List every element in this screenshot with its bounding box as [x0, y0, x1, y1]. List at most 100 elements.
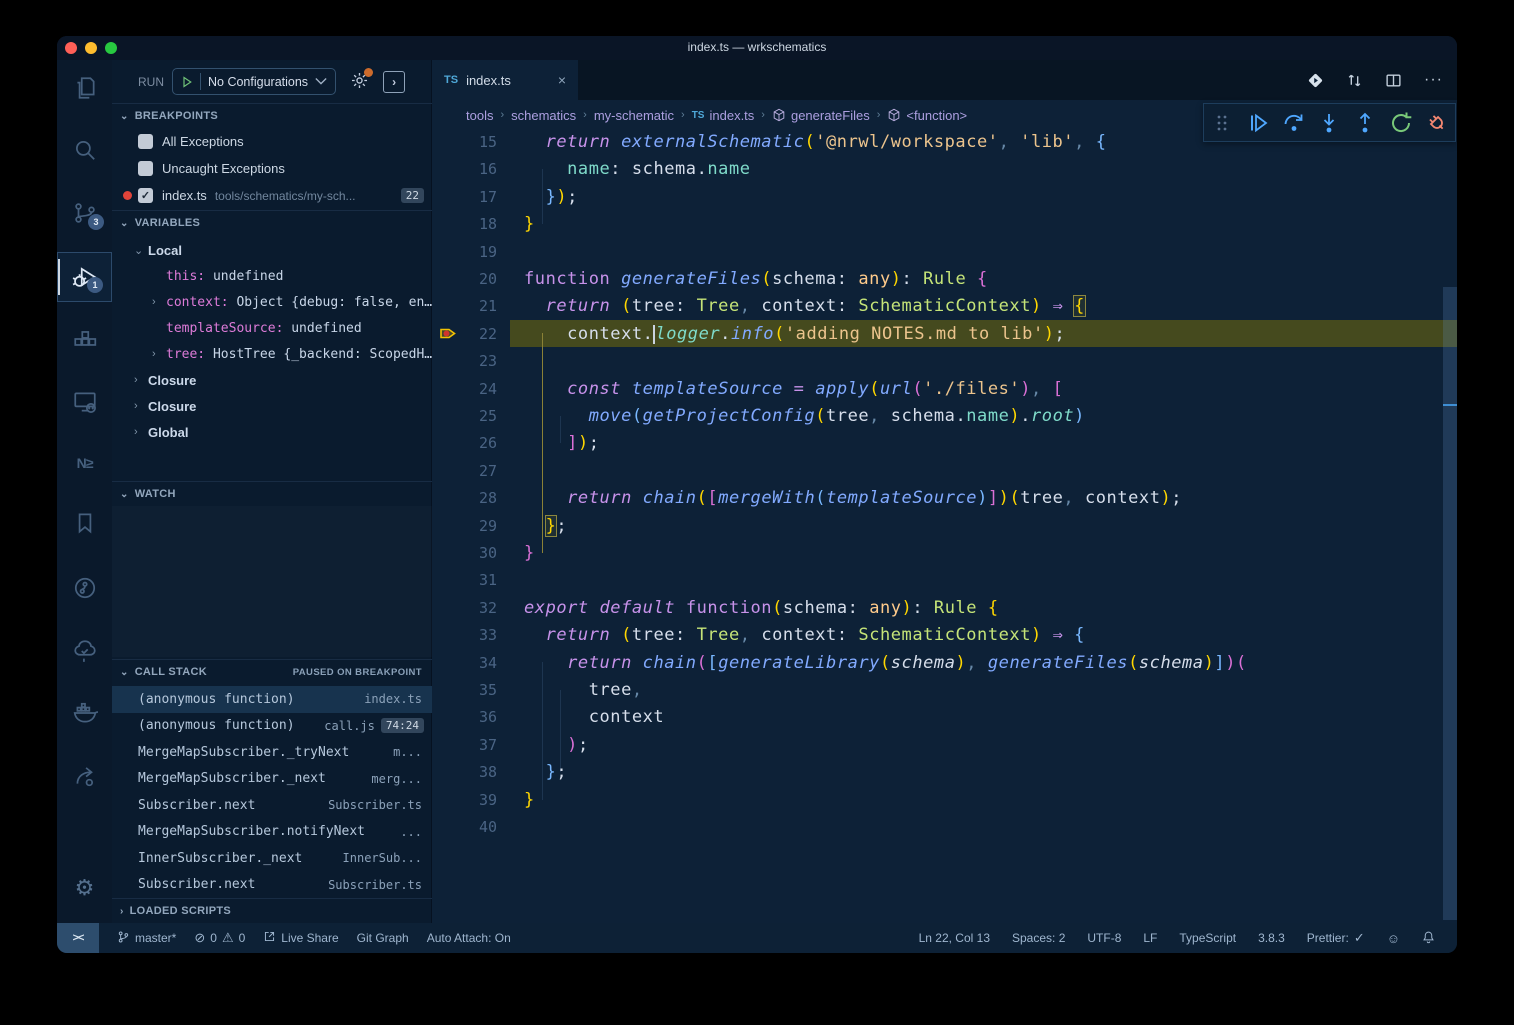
activity-bar-item-gitlens[interactable] — [57, 563, 112, 613]
line-number[interactable]: 36 — [432, 708, 510, 726]
activity-bar-item-source-control[interactable]: 3 — [57, 188, 112, 238]
breadcrumb-item[interactable]: TSindex.ts — [692, 108, 755, 123]
activity-bar-item-settings[interactable]: ⚙ — [57, 863, 112, 913]
activity-bar-item-live-share[interactable] — [57, 751, 112, 801]
indentation-item[interactable]: Spaces: 2 — [1012, 931, 1065, 945]
code-line[interactable]: 31 — [432, 567, 1457, 594]
activity-bar-item-run-and-debug[interactable]: 1 — [57, 252, 112, 302]
line-number[interactable]: 19 — [432, 243, 510, 261]
language-mode-item[interactable]: TypeScript — [1179, 931, 1236, 945]
line-number[interactable]: 35 — [432, 681, 510, 699]
code-line[interactable]: 20function generateFiles(schema: any): R… — [432, 265, 1457, 292]
activity-bar-item-remote-explorer[interactable] — [57, 377, 112, 427]
cursor-position-item[interactable]: Ln 22, Col 13 — [919, 931, 990, 945]
breadcrumb-item[interactable]: generateFiles — [772, 108, 870, 123]
call-stack-frame[interactable]: MergeMapSubscriber._tryNextm... — [112, 739, 432, 766]
remote-indicator[interactable]: >< — [57, 923, 99, 953]
call-stack-section-header[interactable]: ⌄ CALL STACK PAUSED ON BREAKPOINT — [112, 659, 432, 684]
line-number[interactable]: 15 — [432, 133, 510, 151]
split-editor-icon[interactable] — [1385, 72, 1402, 89]
drag-handle-button[interactable] — [1209, 110, 1235, 136]
breakpoints-section-header[interactable]: ⌄ BREAKPOINTS — [112, 103, 432, 128]
ts-version-item[interactable]: 3.8.3 — [1258, 931, 1285, 945]
prettier-item[interactable]: Prettier: ✓ — [1307, 930, 1365, 946]
activity-bar-item-explorer[interactable] — [57, 63, 112, 113]
live-share-item[interactable]: Live Share — [263, 930, 338, 946]
code-line[interactable]: 40 — [432, 813, 1457, 840]
breadcrumb-item[interactable]: schematics — [511, 108, 576, 123]
code-line[interactable]: 32export default function(schema: any): … — [432, 594, 1457, 621]
line-number[interactable]: 31 — [432, 571, 510, 589]
activity-bar-item-test-explorer[interactable] — [57, 626, 112, 676]
variables-scope-row[interactable]: ›Closure — [112, 367, 432, 393]
step-over-button[interactable] — [1281, 110, 1307, 136]
code-line[interactable]: 35 tree, — [432, 676, 1457, 703]
line-number[interactable]: 17 — [432, 188, 510, 206]
breakpoint-checkbox[interactable] — [138, 161, 153, 176]
code-line[interactable]: 23 — [432, 348, 1457, 375]
breakpoint-row[interactable]: ✓index.tstools/schematics/my-sch...22 — [112, 182, 432, 209]
code-line[interactable]: 25 move(getProjectConfig(tree, schema.na… — [432, 402, 1457, 429]
breakpoint-checkbox[interactable] — [138, 134, 153, 149]
open-changes-icon[interactable] — [1307, 72, 1324, 89]
code-line[interactable]: 28 return chain([mergeWith(templateSourc… — [432, 485, 1457, 512]
encoding-item[interactable]: UTF-8 — [1087, 931, 1121, 945]
line-number[interactable]: 30 — [432, 544, 510, 562]
variables-section-header[interactable]: ⌄ VARIABLES — [112, 210, 432, 235]
call-stack-frame[interactable]: Subscriber.nextSubscriber.ts — [112, 792, 432, 819]
code-line[interactable]: 16 name: schema.name — [432, 156, 1457, 183]
feedback-item[interactable]: ☺ — [1387, 931, 1400, 946]
activity-bar-item-bookmarks[interactable] — [57, 498, 112, 548]
git-graph-item[interactable]: Git Graph — [357, 931, 409, 945]
scrollbar-slider[interactable] — [1443, 287, 1457, 920]
breakpoint-row[interactable]: All Exceptions — [112, 128, 432, 155]
line-number[interactable]: 37 — [432, 736, 510, 754]
line-number[interactable]: 16 — [432, 160, 510, 178]
code-line-current[interactable]: 22 context.logger.info('adding NOTES.md … — [432, 320, 1457, 347]
breakpoint-row[interactable]: Uncaught Exceptions — [112, 155, 432, 182]
notifications-item[interactable] — [1422, 930, 1435, 947]
debug-settings-gear[interactable] — [350, 71, 369, 93]
variables-scope-row[interactable]: ›Global — [112, 419, 432, 445]
close-tab-icon[interactable]: × — [558, 72, 566, 88]
call-stack-frame[interactable]: MergeMapSubscriber._nextmerg... — [112, 766, 432, 793]
step-out-button[interactable] — [1352, 110, 1378, 136]
activity-bar-item-nx-console[interactable]: N≥ — [57, 438, 112, 488]
git-branch-item[interactable]: master* — [117, 930, 176, 947]
call-stack-frame[interactable]: InnerSubscriber._nextInnerSub... — [112, 845, 432, 872]
activity-bar-item-docker[interactable] — [57, 688, 112, 738]
watch-section-header[interactable]: ⌄ WATCH — [112, 481, 432, 506]
launch-configuration-dropdown[interactable]: No Configurations — [172, 68, 336, 95]
line-number[interactable]: 20 — [432, 270, 510, 288]
code-line[interactable]: 33 return (tree: Tree, context: Schemati… — [432, 622, 1457, 649]
breadcrumb-item[interactable]: tools — [466, 108, 493, 123]
compare-changes-icon[interactable] — [1346, 72, 1363, 89]
line-number[interactable]: 33 — [432, 626, 510, 644]
call-stack-frame[interactable]: (anonymous function)index.ts — [112, 686, 432, 713]
code-line[interactable]: 26 ]); — [432, 430, 1457, 457]
line-number[interactable]: 18 — [432, 215, 510, 233]
code-line[interactable]: 21 return (tree: Tree, context: Schemati… — [432, 293, 1457, 320]
variables-scope-row[interactable]: ›Closure — [112, 393, 432, 419]
code-line[interactable]: 18} — [432, 211, 1457, 238]
breadcrumb-item[interactable]: my-schematic — [594, 108, 674, 123]
code-line[interactable]: 36 context — [432, 704, 1457, 731]
call-stack-frame[interactable]: (anonymous function)call.js74:24 — [112, 713, 432, 740]
variables-scope-row[interactable]: ⌄Local — [112, 237, 432, 263]
call-stack-frame[interactable]: MergeMapSubscriber.notifyNext... — [112, 819, 432, 846]
activity-bar-item-extensions[interactable] — [57, 314, 112, 364]
editor-scrollbar[interactable] — [1443, 100, 1457, 923]
code-line[interactable]: 39} — [432, 786, 1457, 813]
line-number[interactable]: 24 — [432, 380, 510, 398]
code-line[interactable]: 30} — [432, 539, 1457, 566]
variable-row[interactable]: this: undefined — [112, 263, 432, 289]
start-debugging-icon[interactable] — [181, 76, 193, 88]
call-stack-frame[interactable]: Subscriber.nextSubscriber.ts — [112, 872, 432, 899]
debug-console-button[interactable]: › — [383, 71, 405, 93]
line-number[interactable]: 21 — [432, 297, 510, 315]
auto-attach-item[interactable]: Auto Attach: On — [427, 931, 511, 945]
line-number[interactable]: 25 — [432, 407, 510, 425]
code-line[interactable]: 29 }; — [432, 512, 1457, 539]
breadcrumb-item[interactable]: <function> — [887, 108, 967, 123]
continue-button[interactable] — [1245, 110, 1271, 136]
